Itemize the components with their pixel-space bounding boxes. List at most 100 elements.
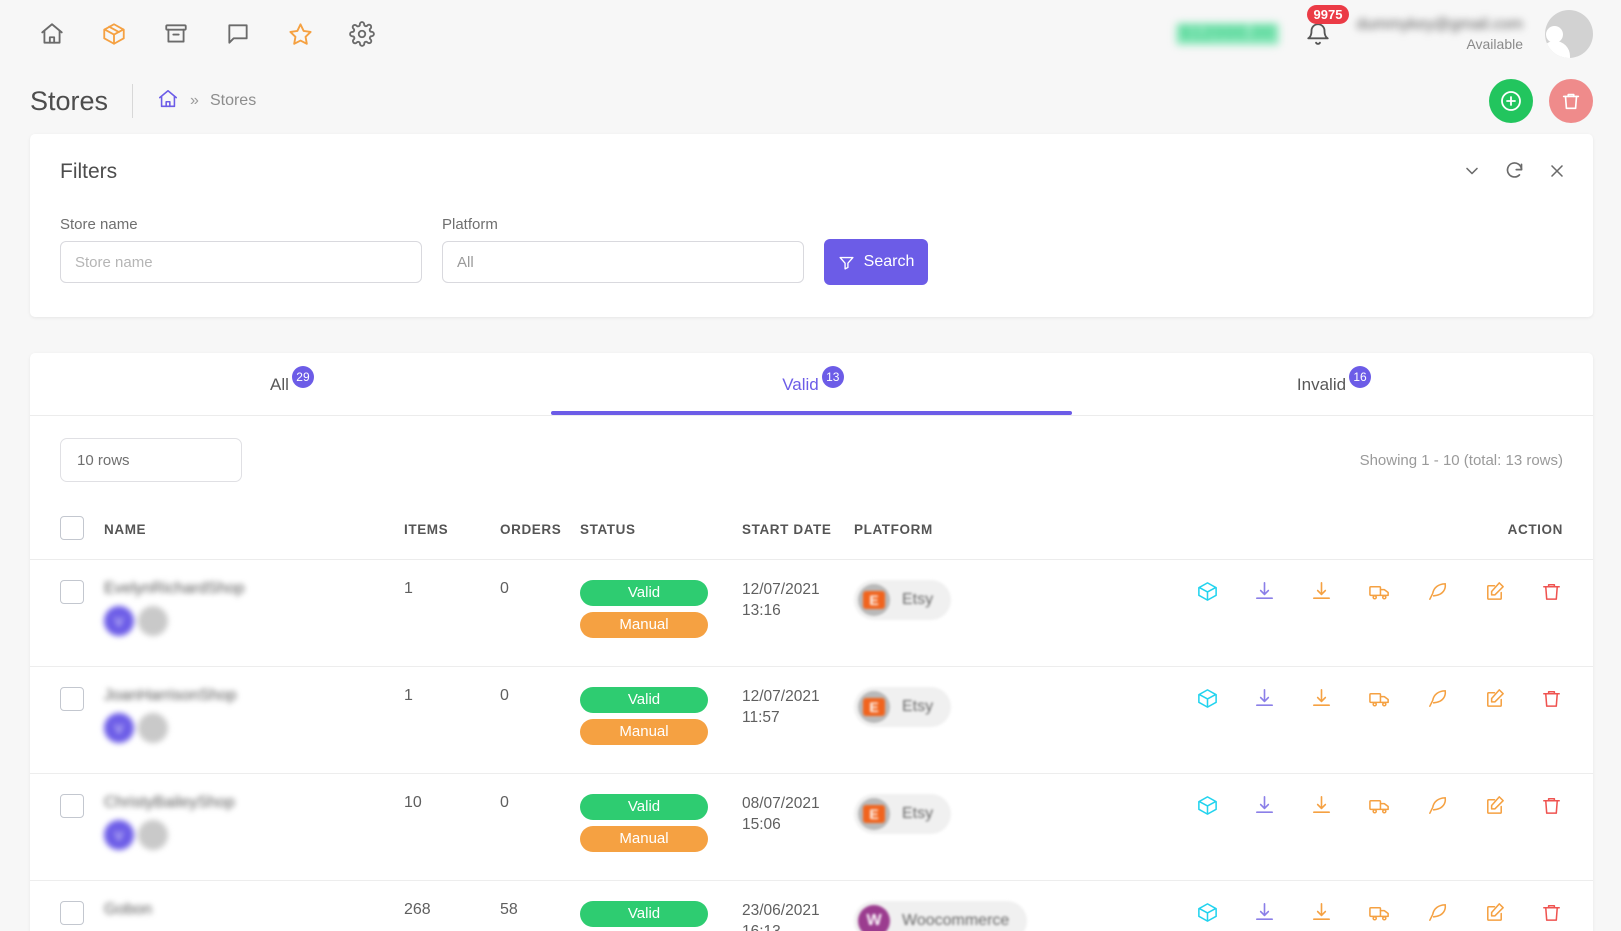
start-date: 23/06/2021 — [742, 902, 820, 919]
tab-invalid-label: Invalid — [1296, 375, 1347, 394]
delete-icon[interactable] — [1540, 687, 1563, 710]
tab-active-underline — [551, 411, 1072, 415]
row-select-cell — [30, 666, 104, 774]
row-orders: 0 — [500, 773, 580, 881]
row-date-cell: 23/06/2021 16:13 — [742, 880, 854, 931]
status-badge: Valid — [580, 794, 708, 820]
status-badge: Valid — [580, 580, 708, 606]
trash-icon — [1562, 93, 1580, 110]
delete-icon[interactable] — [1540, 580, 1563, 603]
breadcrumb-item-stores[interactable]: Stores — [210, 92, 256, 110]
platform-select[interactable]: All — [442, 241, 804, 283]
start-time: 15:06 — [742, 815, 781, 833]
sync-mode-badge: Manual — [580, 826, 708, 852]
download-purple-icon[interactable] — [1253, 794, 1276, 817]
download-orange-icon[interactable] — [1310, 580, 1333, 603]
top-nav-icon-group — [30, 12, 384, 56]
edit-icon[interactable] — [1483, 687, 1506, 710]
user-info[interactable]: dummykey@gmail.com Available — [1357, 16, 1524, 52]
header-start-date[interactable]: START DATE — [742, 498, 854, 560]
stores-table-body: EvelynRichardShop V 1 0 Valid Manual 12/… — [30, 559, 1593, 931]
account-balance: $12000.00 — [1176, 23, 1279, 45]
row-status-cell: Valid Manual — [580, 666, 742, 774]
product-cube-icon[interactable] — [1196, 687, 1219, 710]
page-header-actions — [1489, 79, 1593, 123]
feather-icon[interactable] — [1426, 687, 1449, 710]
store-name-input[interactable] — [60, 241, 422, 283]
chevron-down-icon[interactable] — [1462, 161, 1482, 181]
start-time: 16:13 — [742, 923, 781, 931]
member-avatar — [138, 820, 168, 850]
download-purple-icon[interactable] — [1253, 687, 1276, 710]
close-icon[interactable] — [1547, 161, 1567, 181]
header-status[interactable]: STATUS — [580, 498, 742, 560]
platform-name: Etsy — [902, 698, 934, 715]
row-checkbox[interactable] — [60, 687, 84, 711]
star-icon[interactable] — [278, 12, 322, 56]
header-name[interactable]: NAME — [104, 498, 404, 560]
platform-pill: E Etsy — [854, 794, 952, 834]
product-cube-icon[interactable] — [1196, 794, 1219, 817]
top-navigation-bar: $12000.00 9975 dummykey@gmail.com Availa… — [0, 0, 1621, 68]
member-avatar: V — [104, 606, 134, 636]
search-button[interactable]: Search — [824, 239, 928, 285]
row-items: 268 — [404, 880, 500, 931]
sync-mode-badge: Manual — [580, 612, 708, 638]
tab-valid[interactable]: Valid 13 — [551, 363, 1072, 415]
row-checkbox[interactable] — [60, 901, 84, 925]
home-icon[interactable] — [30, 12, 74, 56]
row-select-cell — [30, 773, 104, 881]
shipping-truck-icon[interactable] — [1367, 901, 1392, 924]
delete-icon[interactable] — [1540, 794, 1563, 817]
header-platform[interactable]: PLATFORM — [854, 498, 1078, 560]
tab-invalid[interactable]: Invalid 16 — [1072, 363, 1593, 415]
table-row: Gobon 268 58 Valid Auto 23/06/202116:13 … — [30, 880, 1593, 931]
download-purple-icon[interactable] — [1253, 901, 1276, 924]
gear-icon[interactable] — [340, 12, 384, 56]
feather-icon[interactable] — [1426, 901, 1449, 924]
feather-icon[interactable] — [1426, 580, 1449, 603]
product-cube-icon[interactable] — [1196, 580, 1219, 603]
feather-icon[interactable] — [1426, 794, 1449, 817]
woocommerce-logo-icon: W — [858, 905, 890, 931]
select-all-checkbox[interactable] — [60, 516, 84, 540]
header-orders[interactable]: ORDERS — [500, 498, 580, 560]
tab-all[interactable]: All 29 — [30, 363, 551, 415]
top-nav-right-group: $12000.00 9975 dummykey@gmail.com Availa… — [1176, 5, 1593, 58]
member-avatar: V — [104, 820, 134, 850]
shipping-truck-icon[interactable] — [1367, 794, 1392, 817]
showing-count-label: Showing 1 - 10 (total: 13 rows) — [1359, 451, 1563, 469]
product-cube-icon[interactable] — [1196, 901, 1219, 924]
refresh-icon[interactable] — [1504, 160, 1525, 181]
download-orange-icon[interactable] — [1310, 794, 1333, 817]
header-items[interactable]: ITEMS — [404, 498, 500, 560]
rows-per-page-select[interactable]: 10 rows — [60, 438, 242, 482]
platform-pill: E Etsy — [854, 687, 952, 727]
delete-stores-button[interactable] — [1549, 79, 1593, 123]
row-checkbox[interactable] — [60, 580, 84, 604]
edit-icon[interactable] — [1483, 580, 1506, 603]
platform-field-group: Platform All — [442, 216, 804, 283]
member-avatar — [138, 606, 168, 636]
shipping-truck-icon[interactable] — [1367, 580, 1392, 603]
shipping-truck-icon[interactable] — [1367, 687, 1392, 710]
search-button-label: Search — [863, 253, 915, 270]
table-row: JoanHarrisonShop V 1 0 Valid Manual 12/0… — [30, 666, 1593, 774]
avatar[interactable] — [1545, 10, 1593, 58]
add-store-button[interactable] — [1489, 79, 1533, 123]
package-icon[interactable] — [92, 12, 136, 56]
archive-icon[interactable] — [154, 12, 198, 56]
download-purple-icon[interactable] — [1253, 580, 1276, 603]
edit-icon[interactable] — [1483, 794, 1506, 817]
breadcrumb-home-icon[interactable] — [157, 88, 179, 115]
row-checkbox[interactable] — [60, 794, 84, 818]
store-name-field-group: Store name — [60, 216, 422, 283]
chat-icon[interactable] — [216, 12, 260, 56]
row-name-cell: Gobon — [104, 880, 404, 931]
delete-icon[interactable] — [1540, 901, 1563, 924]
download-orange-icon[interactable] — [1310, 687, 1333, 710]
notifications-button[interactable]: 9975 — [1301, 5, 1350, 54]
download-orange-icon[interactable] — [1310, 901, 1333, 924]
status-badge: Valid — [580, 687, 708, 713]
edit-icon[interactable] — [1483, 901, 1506, 924]
